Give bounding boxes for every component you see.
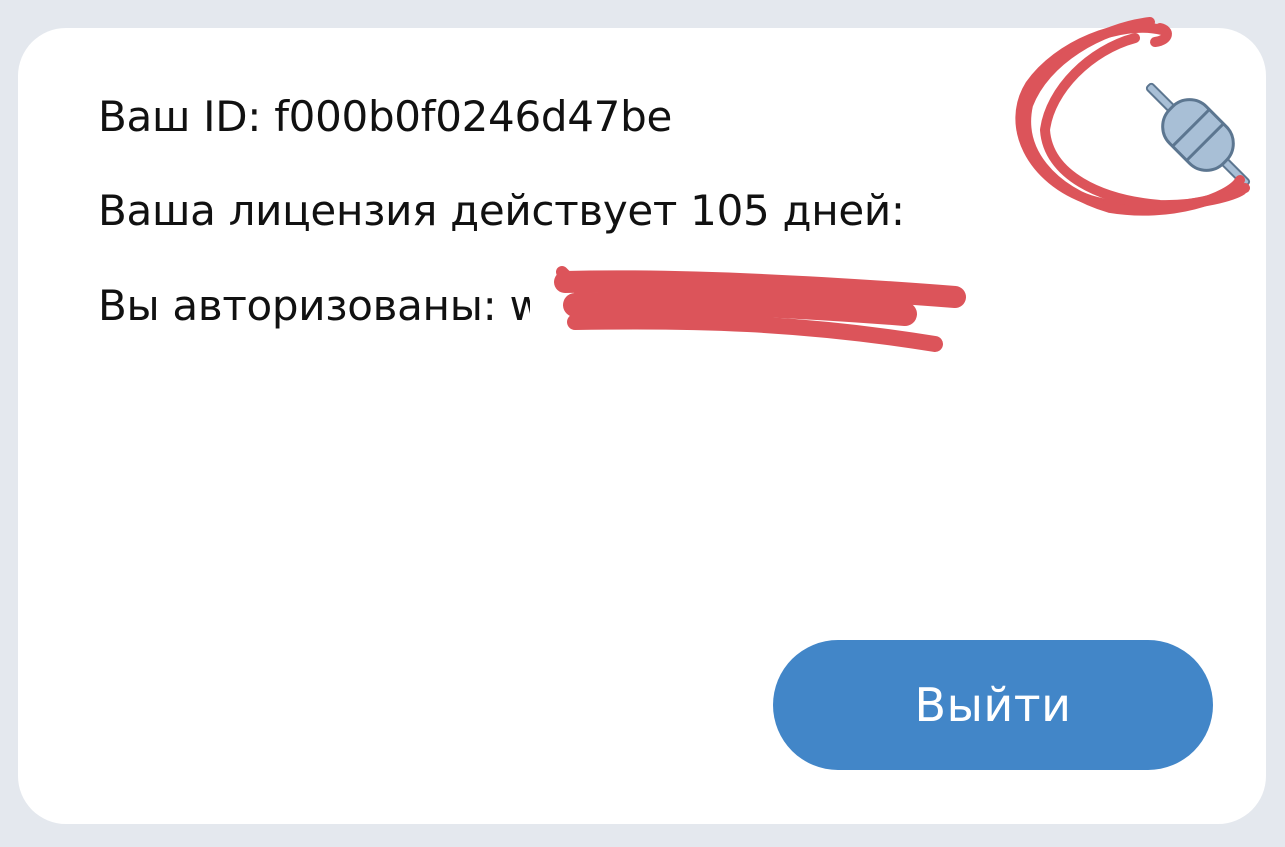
- plug-icon[interactable]: [1128, 68, 1268, 203]
- user-id-label: Ваш ID:: [98, 92, 262, 141]
- license-status-text: Ваша лицензия действует 105 дней:: [98, 186, 905, 235]
- user-id-row: Ваш ID: f000b0f0246d47be: [98, 92, 672, 141]
- authorized-label: Вы авторизованы:: [98, 281, 497, 330]
- license-card: Ваш ID: f000b0f0246d47be Ваша лицензия д…: [18, 28, 1266, 824]
- user-id-value: f000b0f0246d47be: [274, 92, 672, 141]
- logout-button[interactable]: Выйти: [773, 640, 1213, 770]
- authorized-username: w: [509, 281, 530, 330]
- authorized-row: Вы авторизованы: w: [98, 281, 530, 330]
